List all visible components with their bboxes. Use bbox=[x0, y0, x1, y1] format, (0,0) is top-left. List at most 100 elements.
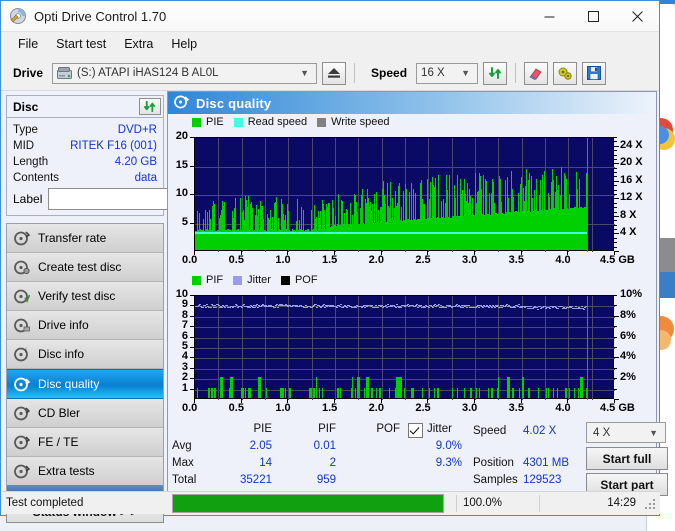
right-panel: Disc quality PIE Read speed Write speed … bbox=[167, 91, 668, 503]
jitter-line bbox=[404, 306, 406, 307]
pif-bar bbox=[316, 377, 317, 398]
jitter-line bbox=[306, 307, 308, 308]
legend-swatch-pie bbox=[192, 117, 201, 127]
jitter-line bbox=[382, 307, 384, 308]
sidebar-item-transfer-rate[interactable]: Transfer rate bbox=[7, 224, 163, 253]
legend-label-pif: PIF bbox=[206, 274, 224, 286]
jitter-line bbox=[260, 306, 262, 307]
stats-header-pif: PIF bbox=[318, 423, 336, 435]
erase-button[interactable] bbox=[524, 61, 549, 85]
x-axis-tick-label: 1.5 bbox=[322, 402, 338, 414]
pif-jitter-chart[interactable]: 0.0 0.5 1.0 1.5 2.0 2.5 3.0 3.5 4.0 4.5 GB 1 2 3 4 5 6 7… bbox=[168, 287, 656, 419]
pie-chart[interactable]: 0.0 0.5 1.0 1.5 2.0 2.5 3.0 3.5 4.0 4.5 GB 5 10 15 20… bbox=[168, 129, 656, 271]
pif-bar bbox=[401, 387, 402, 398]
sidebar-item-fe-te[interactable]: FE / TE bbox=[7, 428, 163, 457]
jitter-line bbox=[221, 307, 223, 308]
sidebar-item-create-test-disc[interactable]: Create test disc bbox=[7, 253, 163, 282]
y-axis-tick bbox=[190, 357, 194, 359]
jitter-line bbox=[340, 304, 342, 305]
y2-axis-tick bbox=[614, 347, 617, 348]
sidebar-item-cd-bler[interactable]: CD Bler bbox=[7, 399, 163, 428]
pif-bar bbox=[249, 387, 251, 398]
test-speed-select[interactable]: 4 X ▼ bbox=[586, 422, 666, 443]
pif-bar bbox=[322, 387, 323, 398]
jitter-line bbox=[415, 305, 417, 306]
sidebar-item-disc-info[interactable]: i Disc info bbox=[7, 340, 163, 369]
title-bar: Opti Drive Control 1.70 bbox=[1, 1, 659, 32]
pif-bar bbox=[289, 387, 291, 398]
sidebar-item-label: Create test disc bbox=[38, 260, 122, 274]
y-axis-tick-label: 10 bbox=[175, 187, 188, 199]
drive-icon bbox=[57, 66, 73, 80]
sidebar-item-drive-info[interactable]: Drive info bbox=[7, 311, 163, 340]
stats-speed-label: Speed bbox=[473, 425, 507, 437]
pif-bar bbox=[366, 377, 369, 398]
jitter-line bbox=[254, 307, 256, 308]
jitter-line bbox=[206, 304, 208, 305]
y-axis-tick-label: 20 bbox=[175, 130, 188, 142]
y2-axis-tick bbox=[614, 212, 617, 213]
jitter-line bbox=[584, 307, 586, 308]
status-message: Test completed bbox=[6, 497, 84, 509]
menu-start-test[interactable]: Start test bbox=[47, 34, 115, 54]
sidebar-item-verify-test-disc[interactable]: Verify test disc bbox=[7, 282, 163, 311]
pif-bar bbox=[507, 377, 510, 398]
pif-bar bbox=[538, 387, 539, 398]
sidebar-item-extra-tests[interactable]: Extra tests bbox=[7, 457, 163, 485]
jitter-line bbox=[537, 309, 539, 310]
jitter-line bbox=[237, 307, 239, 308]
x-axis-tick bbox=[474, 399, 475, 403]
close-button[interactable] bbox=[615, 1, 659, 31]
stats-header-jitter: Jitter bbox=[427, 423, 452, 435]
refresh-button[interactable] bbox=[483, 61, 508, 85]
menu-extra[interactable]: Extra bbox=[115, 34, 162, 54]
maximize-button[interactable] bbox=[571, 1, 615, 31]
jitter-line bbox=[540, 308, 542, 309]
save-button[interactable] bbox=[582, 61, 607, 85]
menu-file[interactable]: File bbox=[9, 34, 47, 54]
legend-label-pie: PIE bbox=[206, 116, 224, 128]
disc-length-label: Length bbox=[13, 156, 49, 168]
progress-bar bbox=[172, 493, 444, 513]
disc-info-icon: i bbox=[14, 347, 31, 362]
speed-select[interactable]: 16 X ▼ bbox=[416, 62, 479, 84]
x-axis-tick-label: 0.0 bbox=[182, 402, 198, 414]
settings-button[interactable] bbox=[553, 61, 578, 85]
stats-samples-label: Samples bbox=[473, 474, 518, 486]
x-axis-tick-label: 3.0 bbox=[462, 254, 478, 266]
stats-pif-avg: 0.01 bbox=[313, 440, 336, 452]
menu-help[interactable]: Help bbox=[162, 34, 206, 54]
jitter-line bbox=[336, 307, 338, 308]
resize-grip[interactable] bbox=[645, 499, 657, 511]
start-full-button[interactable]: Start full bbox=[586, 447, 668, 470]
jitter-line bbox=[386, 307, 388, 308]
pif-bar bbox=[519, 387, 520, 398]
sidebar-item-label: FE / TE bbox=[38, 435, 79, 449]
pif-bar bbox=[232, 387, 233, 398]
sidebar-item-disc-quality[interactable]: Disc quality bbox=[7, 369, 163, 399]
x-axis-tick bbox=[194, 251, 195, 255]
x-axis-tick bbox=[380, 251, 382, 255]
x-axis-tick-label: 2.5 bbox=[415, 254, 431, 266]
minimize-button[interactable] bbox=[527, 1, 571, 31]
disc-refresh-button[interactable] bbox=[139, 98, 161, 115]
y2-axis-tick-label: 4% bbox=[620, 350, 636, 363]
drive-select[interactable]: (S:) ATAPI iHAS124 B AL0L ▼ bbox=[52, 62, 318, 84]
pif-bar bbox=[422, 387, 423, 398]
toolbar-separator-1 bbox=[354, 63, 356, 83]
y-axis-tick-label: 1 bbox=[181, 381, 188, 394]
y2-axis-tick bbox=[614, 399, 619, 400]
y-axis-tick-label: 8 bbox=[181, 308, 188, 321]
jitter-line bbox=[557, 308, 559, 309]
jitter-line bbox=[312, 306, 314, 307]
x-axis-tick bbox=[474, 251, 475, 255]
jitter-line bbox=[414, 306, 416, 307]
y-axis-tick bbox=[190, 326, 194, 328]
eject-button[interactable] bbox=[322, 61, 347, 85]
y2-axis-tick bbox=[614, 207, 617, 208]
jitter-line bbox=[232, 307, 234, 308]
pif-bar bbox=[498, 377, 499, 398]
pif-bar bbox=[242, 387, 244, 398]
jitter-line bbox=[532, 308, 534, 309]
jitter-checkbox[interactable] bbox=[408, 423, 423, 438]
